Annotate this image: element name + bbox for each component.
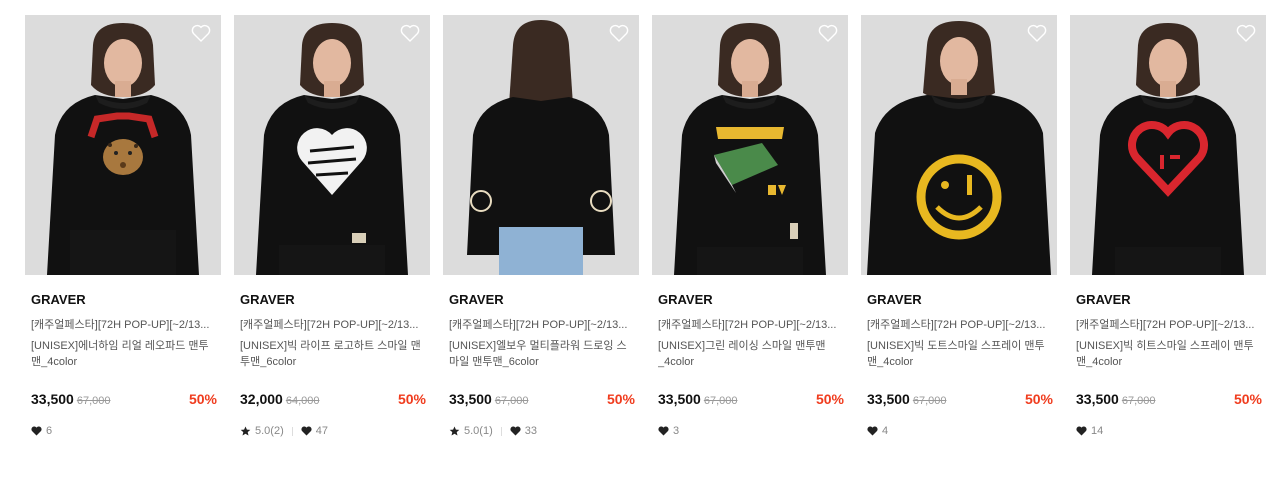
model-photo (861, 15, 1057, 275)
promo-text[interactable]: [캐주얼페스타][72H POP-UP][~2/13... (658, 318, 842, 332)
discount-rate: 50% (606, 391, 635, 407)
brand-name[interactable]: GRAVER (658, 292, 848, 307)
original-price: 67,000 (703, 395, 738, 407)
discount-rate: 50% (815, 391, 844, 407)
promo-text[interactable]: [캐주얼페스타][72H POP-UP][~2/13... (867, 318, 1051, 332)
star-icon (240, 426, 251, 436)
product-meta: 5.0(1) 33 (449, 424, 639, 438)
sale-price: 32,000 (240, 391, 283, 407)
product-meta: 6 (31, 424, 221, 438)
heart-filled-icon (301, 426, 312, 436)
wishlist-heart-icon[interactable] (1236, 24, 1256, 42)
heart-filled-icon (1076, 426, 1087, 436)
original-price: 67,000 (912, 395, 947, 407)
promo-text[interactable]: [캐주얼페스타][72H POP-UP][~2/13... (240, 318, 424, 332)
sale-price: 33,500 (449, 391, 492, 407)
product-meta: 14 (1076, 424, 1266, 438)
product-name[interactable]: [UNISEX]그린 레이싱 스마일 맨투맨_4color (658, 338, 842, 370)
product-card[interactable]: GRAVER [캐주얼페스타][72H POP-UP][~2/13... [UN… (443, 15, 639, 438)
price-row: 32,000 64,000 50% (240, 390, 426, 408)
product-name[interactable]: [UNISEX]빅 라이프 로고하트 스마일 맨투맨_6color (240, 338, 424, 370)
price-row: 33,500 67,000 50% (31, 390, 217, 408)
discount-rate: 50% (1233, 391, 1262, 407)
product-card[interactable]: GRAVER [캐주얼페스타][72H POP-UP][~2/13... [UN… (25, 15, 221, 438)
meta-divider (500, 426, 502, 436)
wishlist-heart-icon[interactable] (818, 24, 838, 42)
original-price: 67,000 (76, 395, 111, 407)
discount-rate: 50% (188, 391, 217, 407)
model-photo (443, 15, 639, 275)
sale-price: 33,500 (867, 391, 910, 407)
like-count: 3 (673, 425, 680, 437)
product-name[interactable]: [UNISEX]빅 히트스마일 스프레이 맨투맨_4color (1076, 338, 1260, 370)
star-icon (449, 426, 460, 436)
price-row: 33,500 67,000 50% (658, 390, 844, 408)
like-count: 14 (1091, 425, 1104, 437)
meta-divider (291, 426, 293, 436)
product-name[interactable]: [UNISEX]엘보우 멀티플라워 드로잉 스마일 맨투맨_6color (449, 338, 633, 370)
heart-filled-icon (510, 426, 521, 436)
product-card[interactable]: GRAVER [캐주얼페스타][72H POP-UP][~2/13... [UN… (861, 15, 1057, 438)
brand-name[interactable]: GRAVER (867, 292, 1057, 307)
like-count: 4 (882, 425, 889, 437)
original-price: 64,000 (285, 395, 320, 407)
original-price: 67,000 (1121, 395, 1156, 407)
product-image[interactable] (25, 15, 221, 275)
product-image[interactable] (234, 15, 430, 275)
product-meta: 3 (658, 424, 848, 438)
sale-price: 33,500 (31, 391, 74, 407)
product-image[interactable] (443, 15, 639, 275)
like-count: 6 (46, 425, 53, 437)
brand-name[interactable]: GRAVER (240, 292, 430, 307)
wishlist-heart-icon[interactable] (609, 24, 629, 42)
product-image[interactable] (861, 15, 1057, 275)
heart-filled-icon (658, 426, 669, 436)
product-meta: 4 (867, 424, 1057, 438)
model-photo (652, 15, 848, 275)
original-price: 67,000 (494, 395, 529, 407)
heart-filled-icon (31, 426, 42, 436)
like-count: 47 (315, 425, 328, 437)
promo-text[interactable]: [캐주얼페스타][72H POP-UP][~2/13... (31, 318, 215, 332)
product-card[interactable]: GRAVER [캐주얼페스타][72H POP-UP][~2/13... [UN… (1070, 15, 1266, 438)
promo-text[interactable]: [캐주얼페스타][72H POP-UP][~2/13... (1076, 318, 1260, 332)
rating-score: 5.0(1) (464, 425, 493, 437)
price-row: 33,500 67,000 50% (867, 390, 1053, 408)
price-row: 33,500 67,000 50% (449, 390, 635, 408)
brand-name[interactable]: GRAVER (31, 292, 221, 307)
sale-price: 33,500 (1076, 391, 1119, 407)
model-photo (1070, 15, 1266, 275)
discount-rate: 50% (1024, 391, 1053, 407)
brand-name[interactable]: GRAVER (449, 292, 639, 307)
discount-rate: 50% (397, 391, 426, 407)
wishlist-heart-icon[interactable] (400, 24, 420, 42)
product-name[interactable]: [UNISEX]에너하임 리얼 레오파드 맨투맨_4color (31, 338, 215, 370)
model-photo (234, 15, 430, 275)
product-name[interactable]: [UNISEX]빅 도트스마일 스프레이 맨투맨_4color (867, 338, 1051, 370)
product-grid: GRAVER [캐주얼페스타][72H POP-UP][~2/13... [UN… (0, 0, 1267, 479)
model-photo (25, 15, 221, 275)
product-image[interactable] (652, 15, 848, 275)
wishlist-heart-icon[interactable] (1027, 24, 1047, 42)
price-row: 33,500 67,000 50% (1076, 390, 1262, 408)
promo-text[interactable]: [캐주얼페스타][72H POP-UP][~2/13... (449, 318, 633, 332)
sale-price: 33,500 (658, 391, 701, 407)
product-card[interactable]: GRAVER [캐주얼페스타][72H POP-UP][~2/13... [UN… (652, 15, 848, 438)
brand-name[interactable]: GRAVER (1076, 292, 1266, 307)
product-image[interactable] (1070, 15, 1266, 275)
product-card[interactable]: GRAVER [캐주얼페스타][72H POP-UP][~2/13... [UN… (234, 15, 430, 438)
heart-filled-icon (867, 426, 878, 436)
product-meta: 5.0(2) 47 (240, 424, 430, 438)
wishlist-heart-icon[interactable] (191, 24, 211, 42)
rating-score: 5.0(2) (255, 425, 284, 437)
like-count: 33 (524, 425, 537, 437)
